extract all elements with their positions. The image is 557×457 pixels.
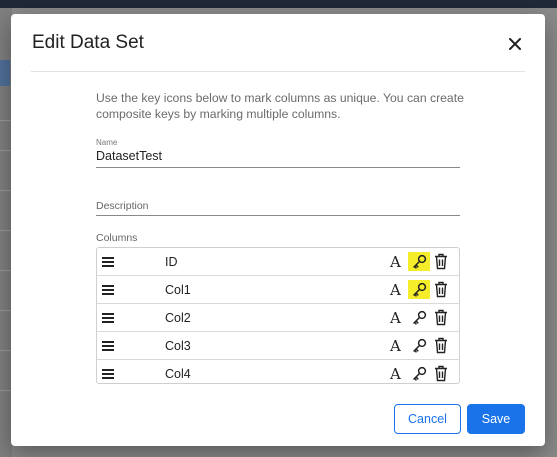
drag-handle-icon[interactable] xyxy=(102,313,114,323)
save-button[interactable]: Save xyxy=(467,404,525,434)
column-name: ID xyxy=(165,255,178,269)
name-underline xyxy=(96,167,460,168)
key-icon[interactable] xyxy=(408,280,430,299)
key-icon[interactable] xyxy=(408,308,430,327)
trash-icon[interactable] xyxy=(434,281,448,298)
text-type-icon[interactable]: A xyxy=(390,365,401,383)
drag-handle-icon[interactable] xyxy=(102,285,114,295)
trash-icon[interactable] xyxy=(434,253,448,270)
trash-icon[interactable] xyxy=(434,365,448,382)
close-button[interactable] xyxy=(505,34,525,54)
trash-icon[interactable] xyxy=(434,309,448,326)
column-row: Col2 A xyxy=(97,304,459,332)
column-name: Col3 xyxy=(165,339,191,353)
edit-dataset-dialog: Edit Data Set Use the key icons below to… xyxy=(11,14,545,446)
close-icon xyxy=(509,38,521,50)
column-row: Col4 A xyxy=(97,360,459,388)
column-name: Col1 xyxy=(165,283,191,297)
background-topbar xyxy=(0,0,557,8)
text-type-icon[interactable]: A xyxy=(390,281,401,299)
columns-label: Columns xyxy=(96,232,138,244)
column-row: Col3 A xyxy=(97,332,459,360)
description-underline xyxy=(96,215,460,216)
dialog-title: Edit Data Set xyxy=(32,32,144,53)
description-field[interactable]: Description xyxy=(96,200,460,216)
column-name: Col2 xyxy=(165,311,191,325)
header-divider xyxy=(31,71,525,72)
drag-handle-icon[interactable] xyxy=(102,341,114,351)
text-type-icon[interactable]: A xyxy=(390,309,401,327)
cancel-button[interactable]: Cancel xyxy=(394,404,461,434)
key-icon[interactable] xyxy=(408,336,430,355)
text-type-icon[interactable]: A xyxy=(390,337,401,355)
name-field[interactable]: Name DatasetTest xyxy=(96,138,460,168)
background-selected-item xyxy=(0,60,10,86)
text-type-icon[interactable]: A xyxy=(390,253,401,271)
key-icon[interactable] xyxy=(408,364,430,383)
column-row: ID A xyxy=(97,248,459,276)
columns-list: ID A Col1 A Col2 A Col3 A Col4 A xyxy=(96,247,460,384)
drag-handle-icon[interactable] xyxy=(102,257,114,267)
key-icon[interactable] xyxy=(408,252,430,271)
description-input[interactable]: Description xyxy=(96,200,460,212)
intro-text: Use the key icons below to mark columns … xyxy=(96,91,464,121)
name-input[interactable]: DatasetTest xyxy=(96,149,460,163)
name-label: Name xyxy=(96,138,118,147)
trash-icon[interactable] xyxy=(434,337,448,354)
drag-handle-icon[interactable] xyxy=(102,369,114,379)
column-name: Col4 xyxy=(165,367,191,381)
column-row: Col1 A xyxy=(97,276,459,304)
